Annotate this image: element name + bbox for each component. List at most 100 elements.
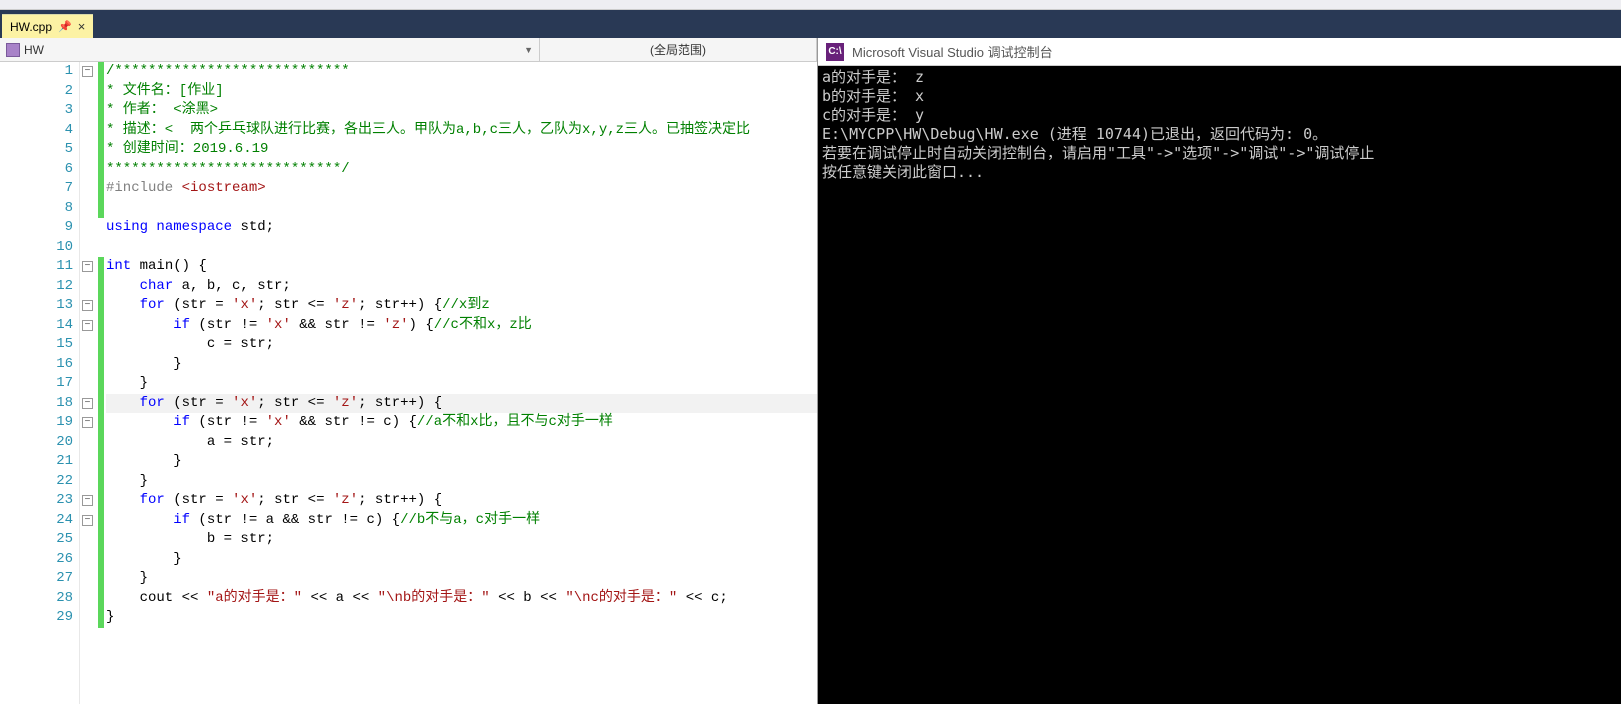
class-label: HW [24, 43, 44, 57]
debug-console-window: C:\ Microsoft Visual Studio 调试控制台 a的对手是：… [818, 38, 1621, 704]
fold-toggle[interactable]: − [82, 261, 93, 272]
change-indicator-bar [98, 62, 104, 704]
change-marker [98, 101, 104, 121]
main-area: HW ▼ (全局范围) 1234567891011121314151617181… [0, 38, 1621, 704]
line-number: 8 [0, 199, 73, 219]
code-line[interactable]: * 描述：< 两个乒乓球队进行比赛，各出三人。甲队为a,b,c三人，乙队为x,y… [106, 121, 817, 141]
code-line[interactable]: } [106, 355, 817, 375]
navigation-bar: HW ▼ (全局范围) [0, 38, 817, 62]
change-marker [98, 530, 104, 550]
line-number: 27 [0, 569, 73, 589]
code-line[interactable]: if (str != 'x' && str != c) {//a不和x比，且不与… [106, 413, 817, 433]
fold-toggle[interactable]: − [82, 398, 93, 409]
line-number: 22 [0, 472, 73, 492]
code-line[interactable]: if (str != a && str != c) {//b不与a，c对手一样 [106, 511, 817, 531]
line-number: 18 [0, 394, 73, 414]
change-marker [98, 472, 104, 492]
line-number-gutter: 1234567891011121314151617181920212223242… [0, 62, 80, 704]
line-number: 19 [0, 413, 73, 433]
code-line[interactable]: } [106, 550, 817, 570]
line-number: 14 [0, 316, 73, 336]
change-marker [98, 82, 104, 102]
change-marker [98, 335, 104, 355]
change-marker [98, 179, 104, 199]
change-marker [98, 257, 104, 277]
change-marker [98, 550, 104, 570]
change-marker [98, 491, 104, 511]
code-line[interactable]: for (str = 'x'; str <= 'z'; str++) {//x到… [106, 296, 817, 316]
code-line[interactable]: } [106, 472, 817, 492]
console-titlebar[interactable]: C:\ Microsoft Visual Studio 调试控制台 [818, 38, 1621, 66]
close-icon[interactable]: × [78, 19, 86, 34]
scope-label: (全局范围) [650, 41, 706, 58]
code-line[interactable]: cout << "a的对手是：" << a << "\nb的对手是：" << b… [106, 589, 817, 609]
line-number: 25 [0, 530, 73, 550]
change-marker [98, 394, 104, 414]
line-number: 21 [0, 452, 73, 472]
code-line[interactable]: for (str = 'x'; str <= 'z'; str++) { [106, 491, 817, 511]
line-number: 1 [0, 62, 73, 82]
code-line[interactable]: } [106, 569, 817, 589]
change-marker [98, 140, 104, 160]
change-marker [98, 374, 104, 394]
file-tab-hw-cpp[interactable]: HW.cpp 📌 × [2, 14, 93, 38]
change-marker [98, 199, 104, 219]
fold-column[interactable]: − − − − − − − − [80, 62, 98, 704]
code-line[interactable]: #include <iostream> [106, 179, 817, 199]
console-icon: C:\ [826, 43, 844, 61]
line-number: 11 [0, 257, 73, 277]
line-number: 15 [0, 335, 73, 355]
change-marker [98, 316, 104, 336]
change-marker [98, 608, 104, 628]
code-line[interactable]: if (str != 'x' && str != 'z') {//c不和x，z比 [106, 316, 817, 336]
line-number: 5 [0, 140, 73, 160]
change-marker [98, 511, 104, 531]
fold-toggle[interactable]: − [82, 495, 93, 506]
code-line[interactable]: using namespace std; [106, 218, 817, 238]
code-line[interactable]: } [106, 608, 817, 628]
class-icon [6, 43, 20, 57]
line-number: 9 [0, 218, 73, 238]
code-area[interactable]: 1234567891011121314151617181920212223242… [0, 62, 817, 704]
line-number: 13 [0, 296, 73, 316]
code-line[interactable]: * 作者： <涂黑> [106, 101, 817, 121]
change-marker [98, 277, 104, 297]
code-line[interactable] [106, 238, 817, 258]
code-line[interactable]: * 文件名：[作业] [106, 82, 817, 102]
code-line[interactable]: int main() { [106, 257, 817, 277]
line-number: 20 [0, 433, 73, 453]
document-tab-strip: HW.cpp 📌 × [0, 10, 1621, 38]
line-number: 24 [0, 511, 73, 531]
code-line[interactable]: } [106, 452, 817, 472]
scope-dropdown[interactable]: (全局范围) [540, 38, 817, 61]
change-marker [98, 296, 104, 316]
code-line[interactable]: char a, b, c, str; [106, 277, 817, 297]
change-marker [98, 433, 104, 453]
line-number: 29 [0, 608, 73, 628]
code-line[interactable]: ****************************/ [106, 160, 817, 180]
class-dropdown[interactable]: HW ▼ [0, 38, 540, 61]
chevron-down-icon: ▼ [524, 45, 533, 55]
console-output[interactable]: a的对手是： z b的对手是： x c的对手是： y E:\MYCPP\HW\D… [818, 66, 1621, 704]
line-number: 3 [0, 101, 73, 121]
code-line[interactable]: b = str; [106, 530, 817, 550]
fold-toggle[interactable]: − [82, 300, 93, 311]
code-line[interactable]: * 创建时间：2019.6.19 [106, 140, 817, 160]
code-line[interactable] [106, 199, 817, 219]
code-line[interactable]: for (str = 'x'; str <= 'z'; str++) { [106, 394, 817, 414]
change-marker [98, 589, 104, 609]
fold-toggle[interactable]: − [82, 515, 93, 526]
fold-toggle[interactable]: − [82, 320, 93, 331]
line-number: 17 [0, 374, 73, 394]
code-line[interactable]: /**************************** [106, 62, 817, 82]
console-title-text: Microsoft Visual Studio 调试控制台 [852, 42, 1053, 61]
pin-icon[interactable]: 📌 [58, 20, 72, 33]
code-text[interactable]: /***************************** 文件名：[作业]*… [104, 62, 817, 704]
fold-toggle[interactable]: − [82, 66, 93, 77]
code-line[interactable]: a = str; [106, 433, 817, 453]
code-line[interactable]: c = str; [106, 335, 817, 355]
line-number: 23 [0, 491, 73, 511]
code-line[interactable]: } [106, 374, 817, 394]
change-marker [98, 121, 104, 141]
fold-toggle[interactable]: − [82, 417, 93, 428]
